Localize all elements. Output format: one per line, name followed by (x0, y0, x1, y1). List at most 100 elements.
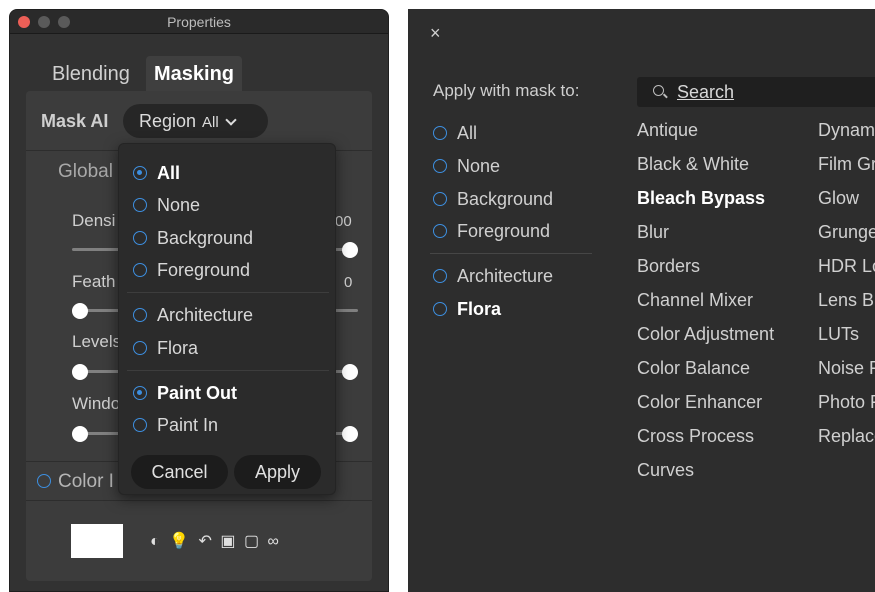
radio-icon (433, 224, 447, 238)
global-label: Global (58, 161, 113, 182)
option-label: All (157, 163, 181, 183)
option-label: Paint In (157, 415, 219, 435)
radio-icon (133, 198, 147, 212)
option-label: None (157, 195, 201, 215)
radio-icon (433, 302, 447, 316)
filter-item[interactable]: HDR Lo (818, 256, 875, 277)
filter-item[interactable]: Glow (818, 188, 859, 209)
mask-option-foreground[interactable]: Foreground (433, 220, 550, 242)
window-label: Windo (72, 394, 121, 413)
radio-icon (133, 263, 147, 277)
copy-mask-icon[interactable]: ▣ (220, 533, 235, 550)
mask-option-all[interactable]: All (433, 122, 477, 144)
option-label: Background (157, 228, 254, 248)
option-label: Architecture (157, 305, 254, 325)
region-value: All (202, 114, 219, 131)
option-label: None (457, 156, 501, 176)
option-label: Architecture (457, 266, 554, 286)
window-title: Properties (167, 14, 231, 30)
filter-item[interactable]: Black & White (637, 154, 749, 175)
filter-item[interactable]: Blur (637, 222, 669, 243)
undo-icon[interactable]: ↶ (199, 533, 212, 550)
density-label: Densi (72, 211, 116, 230)
cancel-button[interactable]: Cancel (131, 455, 228, 489)
region-option-foreground[interactable]: Foreground (133, 259, 250, 281)
filter-item[interactable]: LUTs (818, 324, 859, 345)
search-field[interactable] (637, 77, 875, 107)
filter-item[interactable]: Replace (818, 426, 875, 447)
paste-mask-icon[interactable]: ▢ (244, 533, 259, 550)
divider (430, 253, 592, 254)
mask-thumbnail[interactable] (71, 524, 123, 558)
filter-item[interactable]: Channel Mixer (637, 290, 753, 311)
mask-option-none[interactable]: None (433, 155, 500, 177)
option-label: Flora (157, 338, 199, 358)
feather-label: Feath (72, 272, 116, 291)
region-option-none[interactable]: None (133, 194, 200, 216)
option-label: Paint Out (157, 383, 237, 403)
region-option-all[interactable]: All (133, 162, 180, 184)
half-circle-icon[interactable]: ◐ (150, 533, 160, 550)
mask-option-architecture[interactable]: Architecture (433, 265, 553, 287)
apply-with-mask-label: Apply with mask to: (433, 81, 580, 100)
option-label: Background (457, 189, 554, 209)
divider (127, 292, 329, 293)
region-option-architecture[interactable]: Architecture (133, 304, 253, 326)
filter-item-selected[interactable]: Bleach Bypass (637, 188, 765, 209)
filter-item[interactable]: Photo F (818, 392, 875, 413)
window-slider-knob-right[interactable] (342, 426, 358, 442)
levels-slider-knob-right[interactable] (342, 364, 358, 380)
window-slider-knob-left[interactable] (72, 426, 88, 442)
region-option-flora[interactable]: Flora (133, 337, 198, 359)
close-icon[interactable]: × (430, 23, 441, 44)
radio-icon (433, 192, 447, 206)
feather-slider-knob[interactable] (72, 303, 88, 319)
radio-icon (133, 231, 147, 245)
radio-icon (133, 341, 147, 355)
levels-slider-knob-left[interactable] (72, 364, 88, 380)
lightbulb-icon[interactable]: 💡 (169, 533, 189, 550)
color-range-radio[interactable] (37, 474, 51, 488)
filter-item[interactable]: Color Enhancer (637, 392, 762, 413)
option-label: Flora (457, 299, 502, 319)
filter-item[interactable]: Grunge (818, 222, 875, 243)
chevron-down-icon (225, 114, 237, 126)
filter-item[interactable]: Lens B (818, 290, 874, 311)
radio-icon (133, 418, 147, 432)
radio-icon (433, 269, 447, 283)
filter-item[interactable]: Color Balance (637, 358, 750, 379)
region-option-background[interactable]: Background (133, 227, 253, 249)
filter-item[interactable]: Borders (637, 256, 700, 277)
mask-tools-row: ◐ 💡 ↶ ▣ ▢ ∞ (150, 531, 279, 551)
radio-checked-icon (133, 386, 147, 400)
filter-item[interactable]: Dynam (818, 120, 875, 141)
radio-icon (433, 126, 447, 140)
filter-item[interactable]: Noise F (818, 358, 875, 379)
mask-option-flora[interactable]: Flora (433, 298, 501, 320)
feather-value: 0 (344, 274, 353, 291)
paint-out-option[interactable]: Paint Out (133, 382, 237, 404)
filter-item[interactable]: Color Adjustment (637, 324, 774, 345)
filter-item[interactable]: Curves (637, 460, 694, 481)
filter-item[interactable]: Antique (637, 120, 698, 141)
search-input[interactable] (677, 80, 875, 104)
filter-item[interactable]: Cross Process (637, 426, 754, 447)
tab-masking[interactable]: Masking (146, 56, 243, 92)
option-label: Foreground (457, 221, 551, 241)
region-dropdown-button[interactable]: Region All (123, 104, 268, 138)
color-range-label: Color I (58, 471, 114, 492)
mask-view-icon[interactable]: ∞ (268, 533, 279, 550)
region-label: Region (139, 111, 197, 131)
paint-in-option[interactable]: Paint In (133, 414, 218, 436)
filter-item[interactable]: Film Gr (818, 154, 875, 175)
mask-option-background[interactable]: Background (433, 188, 553, 210)
tab-blending[interactable]: Blending (44, 56, 138, 92)
title-bar: Properties (10, 10, 388, 34)
radio-checked-icon (133, 166, 147, 180)
apply-button[interactable]: Apply (234, 455, 321, 489)
filter-browser-window: × Apply with mask to: All None Backgroun… (408, 9, 875, 592)
density-slider-knob[interactable] (342, 242, 358, 258)
mask-ai-label: Mask AI (41, 111, 109, 131)
option-label: Foreground (157, 260, 251, 280)
option-label: All (457, 123, 478, 143)
